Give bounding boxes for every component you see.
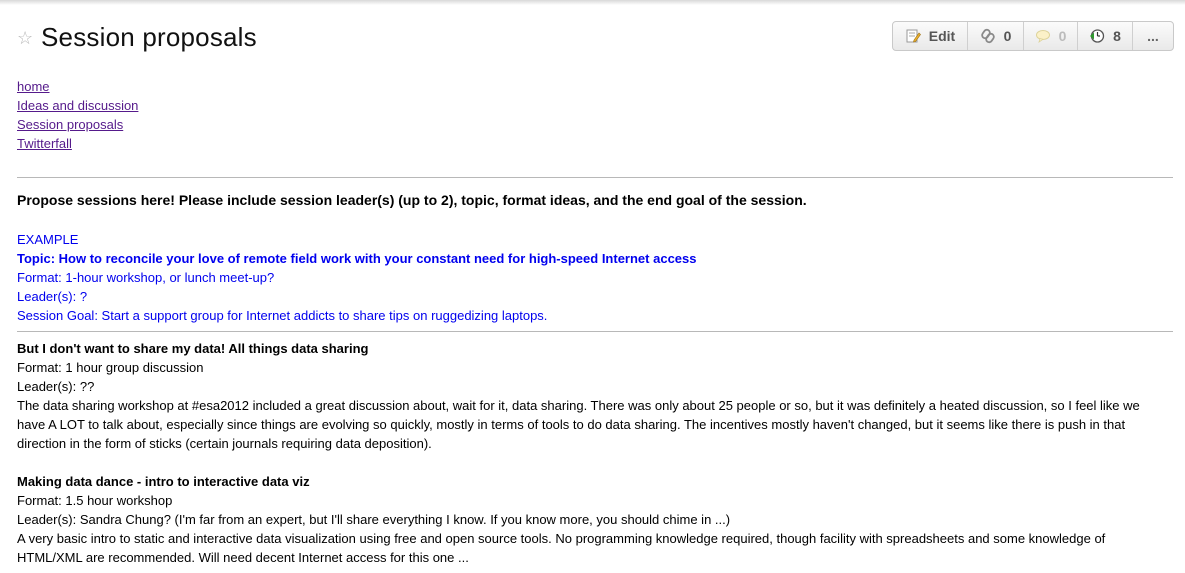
edit-icon <box>905 28 921 44</box>
proposal-title: But I don't want to share my data! All t… <box>17 341 369 356</box>
proposal-item: Making data dance - intro to interactive… <box>17 472 1167 567</box>
proposal-title: Making data dance - intro to interactive… <box>17 474 310 489</box>
links-button[interactable]: 0 <box>968 22 1024 50</box>
page-title: Session proposals <box>41 22 257 52</box>
divider <box>17 177 1173 178</box>
proposal-item: But I don't want to share my data! All t… <box>17 339 1167 453</box>
proposal-description: A very basic intro to static and interac… <box>17 531 1106 565</box>
proposal-leaders: Leader(s): ?? <box>17 379 95 394</box>
comments-button[interactable]: 0 <box>1024 22 1078 50</box>
proposal-format: Format: 1 hour group discussion <box>17 360 204 375</box>
nav-link-home[interactable]: home <box>17 77 138 96</box>
edit-button[interactable]: Edit <box>893 22 968 50</box>
nav-link-ideas-and-discussion[interactable]: Ideas and discussion <box>17 96 138 115</box>
proposal-description: The data sharing workshop at #esa2012 in… <box>17 398 1140 451</box>
nav-link-twitterfall[interactable]: Twitterfall <box>17 134 138 153</box>
divider <box>17 331 1173 332</box>
example-heading: EXAMPLE <box>17 232 79 247</box>
nav-link-session-proposals[interactable]: Session proposals <box>17 115 138 134</box>
history-icon <box>1089 28 1105 44</box>
proposal-leaders: Leader(s): Sandra Chung? (I'm far from a… <box>17 512 731 527</box>
comments-count: 0 <box>1058 28 1067 44</box>
example-leaders: Leader(s): ? <box>17 289 88 304</box>
intro-text: Propose sessions here! Please include se… <box>17 192 807 208</box>
more-button[interactable]: ... <box>1133 22 1173 50</box>
edit-label: Edit <box>928 28 956 44</box>
links-count: 0 <box>1003 28 1012 44</box>
history-button[interactable]: 8 <box>1078 22 1133 50</box>
link-icon <box>980 28 996 44</box>
example-goal: Session Goal: Start a support group for … <box>17 308 548 323</box>
history-count: 8 <box>1113 28 1121 44</box>
example-topic: Topic: How to reconcile your love of rem… <box>17 251 697 266</box>
page-toolbar: Edit 0 0 8 ... <box>892 21 1174 51</box>
star-icon[interactable]: ☆ <box>17 29 33 47</box>
example-block: EXAMPLE Topic: How to reconcile your lov… <box>17 230 1167 325</box>
page-nav: home Ideas and discussion Session propos… <box>17 77 138 153</box>
more-label: ... <box>1147 28 1159 44</box>
comment-icon <box>1035 28 1051 44</box>
example-format: Format: 1-hour workshop, or lunch meet-u… <box>17 270 275 285</box>
proposal-format: Format: 1.5 hour workshop <box>17 493 173 508</box>
